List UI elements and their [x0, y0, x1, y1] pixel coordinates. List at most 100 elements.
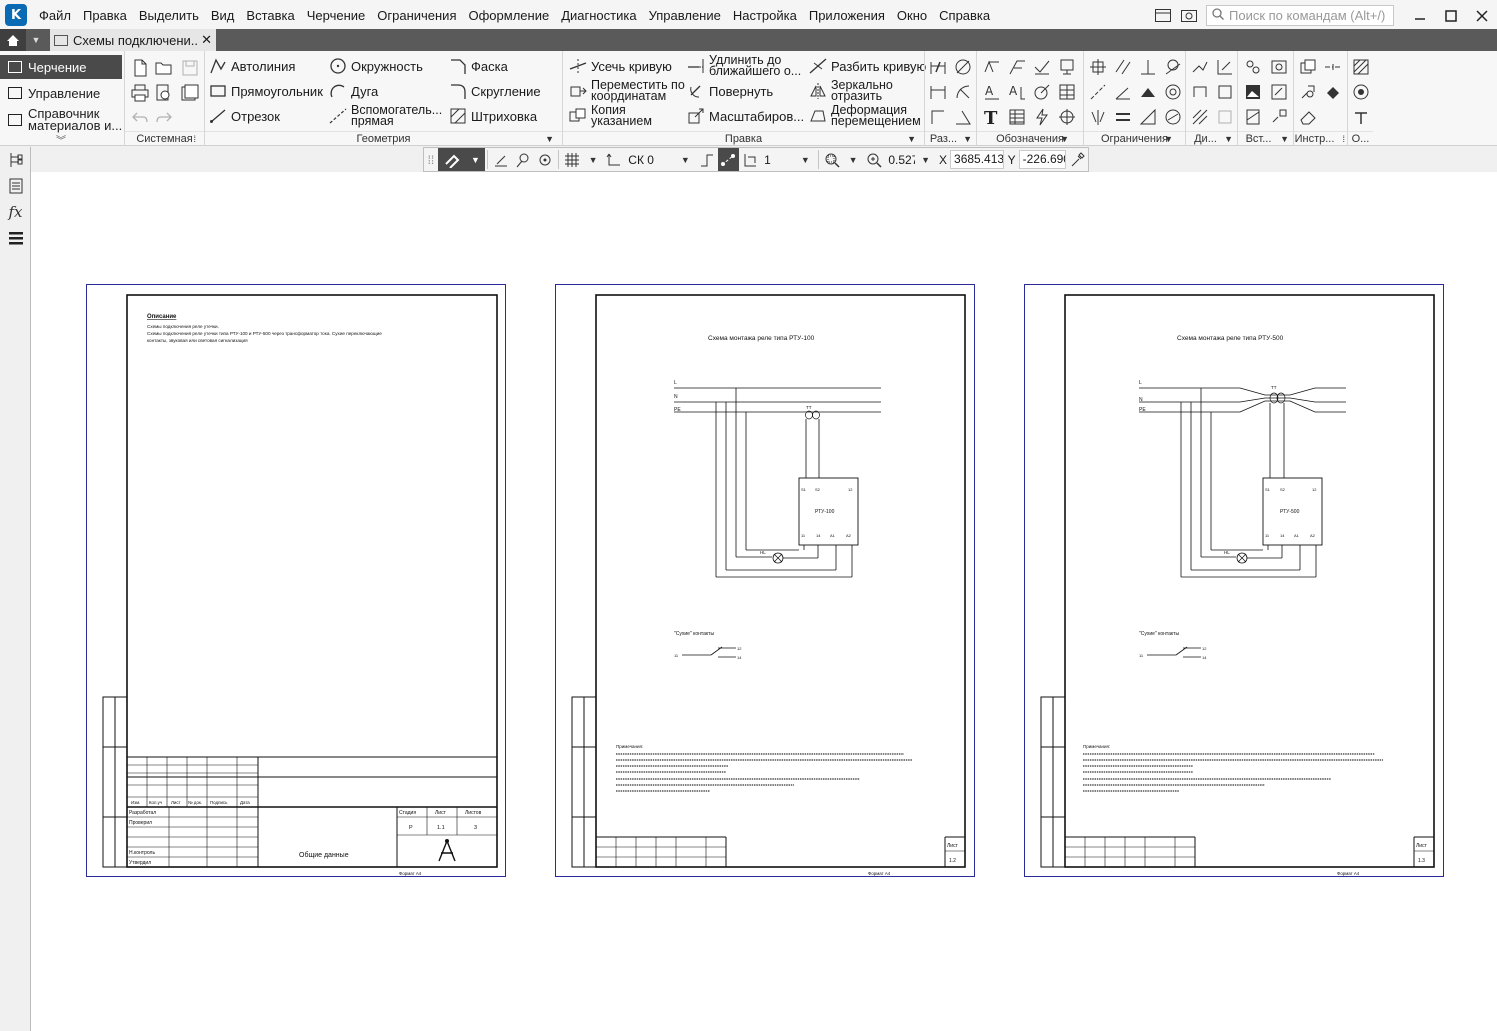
deform-button[interactable]: Деформация перемещением [809, 104, 921, 127]
menu-diagnostics[interactable]: Диагностика [555, 0, 642, 31]
maximize-button[interactable] [1435, 0, 1466, 31]
coordinate-system-icon[interactable] [603, 148, 625, 171]
properties-panel-icon[interactable] [0, 173, 31, 199]
layer-dropdown[interactable]: ▼ [795, 155, 816, 165]
snap-mode-button[interactable] [437, 148, 466, 171]
eyedropper-icon[interactable] [1066, 148, 1088, 171]
cut-line-icon[interactable]: A [1008, 83, 1026, 101]
point-on-curve-icon[interactable] [1139, 108, 1157, 126]
circle-button[interactable]: Окружность [329, 57, 423, 75]
segment-button[interactable]: Отрезок [209, 107, 280, 125]
mirror-button[interactable]: Зеркально отразить [809, 79, 893, 102]
menu-apps[interactable]: Приложения [803, 0, 891, 31]
fill-icon[interactable] [1324, 83, 1342, 101]
app-logo-icon[interactable]: K [5, 4, 27, 26]
layer-value[interactable]: 1 [761, 153, 795, 167]
hatch-style-icon[interactable] [1352, 58, 1370, 76]
rectangle-button[interactable]: Прямоугольник [209, 82, 323, 100]
move-coords-button[interactable]: Переместить по координатам [569, 79, 685, 102]
sheet-3[interactable]: Лист 1.3 Схема монтажа реле типа РТУ-500… [1024, 284, 1444, 877]
print-icon[interactable] [131, 84, 149, 102]
menu-constraints[interactable]: Ограничения [371, 0, 462, 31]
concentric-icon[interactable] [1164, 83, 1182, 101]
group-edit-expand-icon[interactable]: ▼ [907, 132, 916, 146]
radius-dimension-icon[interactable] [954, 83, 972, 101]
step-cursor-icon[interactable] [696, 148, 718, 171]
menu-drawing[interactable]: Черчение [301, 0, 372, 31]
panel-layout-icon[interactable] [1150, 0, 1176, 31]
save-icon[interactable] [181, 59, 199, 77]
menu-file[interactable]: Файл [33, 0, 77, 31]
cs-dropdown[interactable]: ▼ [675, 155, 696, 165]
angle-fix-icon[interactable] [1114, 83, 1132, 101]
axis-line-icon[interactable] [1324, 58, 1342, 76]
disabled-tool-icon[interactable] [1216, 108, 1234, 126]
y-coordinate-field[interactable]: -226.690 [1018, 150, 1067, 169]
tab-document[interactable]: Схемы подключени... ✕ [50, 29, 216, 51]
parallel-icon[interactable] [1114, 58, 1132, 76]
fix-point-icon[interactable] [1089, 58, 1107, 76]
text-icon[interactable]: T [983, 108, 1001, 126]
drawing-canvas[interactable]: Описание Схемы подключения реле утечки. … [31, 172, 1497, 1031]
open-folder-icon[interactable] [155, 59, 173, 77]
cs-value[interactable]: СК 0 [625, 153, 675, 167]
zoom-mode-dropdown[interactable]: ▼ [843, 155, 864, 165]
snap-dropdown[interactable]: ▼ [465, 148, 486, 171]
collapse-chevron-icon[interactable]: ︾ [56, 132, 66, 147]
insert-image-icon[interactable] [1270, 58, 1288, 76]
arc-button[interactable]: Дуга [329, 82, 378, 100]
round-icon[interactable] [534, 148, 556, 171]
menu-help[interactable]: Справка [933, 0, 996, 31]
layer-icon[interactable] [739, 148, 761, 171]
equal-icon[interactable] [1114, 108, 1132, 126]
extend-button[interactable]: Удлинить до ближайшего о... [687, 54, 801, 77]
local-snap-icon[interactable] [512, 148, 534, 171]
split-curve-button[interactable]: Разбить кривую [809, 57, 926, 75]
autoline-button[interactable]: Автолиния [209, 57, 295, 75]
scale-button[interactable]: Масштабиров... [687, 107, 804, 125]
group-insert-expand-icon[interactable]: ▼ [1280, 132, 1289, 146]
diagnostics-icon[interactable] [1191, 58, 1209, 76]
chamfer-button[interactable]: Фаска [449, 57, 508, 75]
redo-icon[interactable] [155, 109, 173, 127]
picture-icon[interactable] [1244, 83, 1262, 101]
tolerance-icon[interactable]: A [983, 83, 1001, 101]
menu-list-icon[interactable] [0, 225, 31, 251]
ortho-icon[interactable] [490, 148, 512, 171]
show-constraints-icon[interactable] [1164, 108, 1182, 126]
camera-icon[interactable] [1176, 0, 1202, 31]
auto-dimension-icon[interactable] [929, 58, 947, 76]
mode-drawing[interactable]: Черчение [0, 55, 122, 79]
mode-reference[interactable]: Справочник материалов и... [0, 106, 124, 134]
group-constraints-expand-icon[interactable]: ▼ [1164, 132, 1173, 146]
sheet-2[interactable]: Лист 1.2 Схема монтажа реле типа РТУ-100… [555, 284, 975, 877]
group-size-expand-icon[interactable]: ▼ [963, 132, 972, 146]
eraser-icon[interactable] [1299, 108, 1317, 126]
center-mark-icon[interactable] [1058, 108, 1076, 126]
menu-view[interactable]: Вид [205, 0, 241, 31]
variables-fx-icon[interactable]: 𝑓x [0, 199, 31, 225]
close-window-button[interactable] [1466, 0, 1497, 31]
trim-button[interactable]: Усечь кривую [569, 57, 672, 75]
close-tab-icon[interactable]: ✕ [197, 32, 212, 48]
collinear-icon[interactable] [1089, 83, 1107, 101]
group-notation-expand-icon[interactable]: ▼ [1060, 132, 1069, 146]
group-geometry-expand-icon[interactable]: ▼ [545, 132, 554, 146]
sheet-1[interactable]: Описание Схемы подключения реле утечки. … [86, 284, 506, 877]
tree-panel-icon[interactable] [0, 147, 31, 173]
perpendicular-icon[interactable] [1139, 58, 1157, 76]
measure-icon[interactable] [1216, 58, 1234, 76]
group-system-grip-icon[interactable]: ⁞ [193, 132, 196, 146]
x-coordinate-field[interactable]: 3685.413 [950, 150, 1004, 169]
ordinate-dimension-icon[interactable] [929, 108, 947, 126]
command-search-input[interactable]: Поиск по командам (Alt+/) [1206, 5, 1394, 26]
tangent-icon[interactable] [1164, 58, 1182, 76]
zoom-icon[interactable] [864, 148, 886, 171]
menu-window[interactable]: Окно [891, 0, 933, 31]
insert-sheet-icon[interactable] [1244, 108, 1262, 126]
position-mark-icon[interactable] [1058, 58, 1076, 76]
insert-link-icon[interactable] [1270, 108, 1288, 126]
angle-dimension-icon[interactable] [954, 108, 972, 126]
minimize-button[interactable] [1404, 0, 1435, 31]
properties-icon[interactable] [1299, 83, 1317, 101]
